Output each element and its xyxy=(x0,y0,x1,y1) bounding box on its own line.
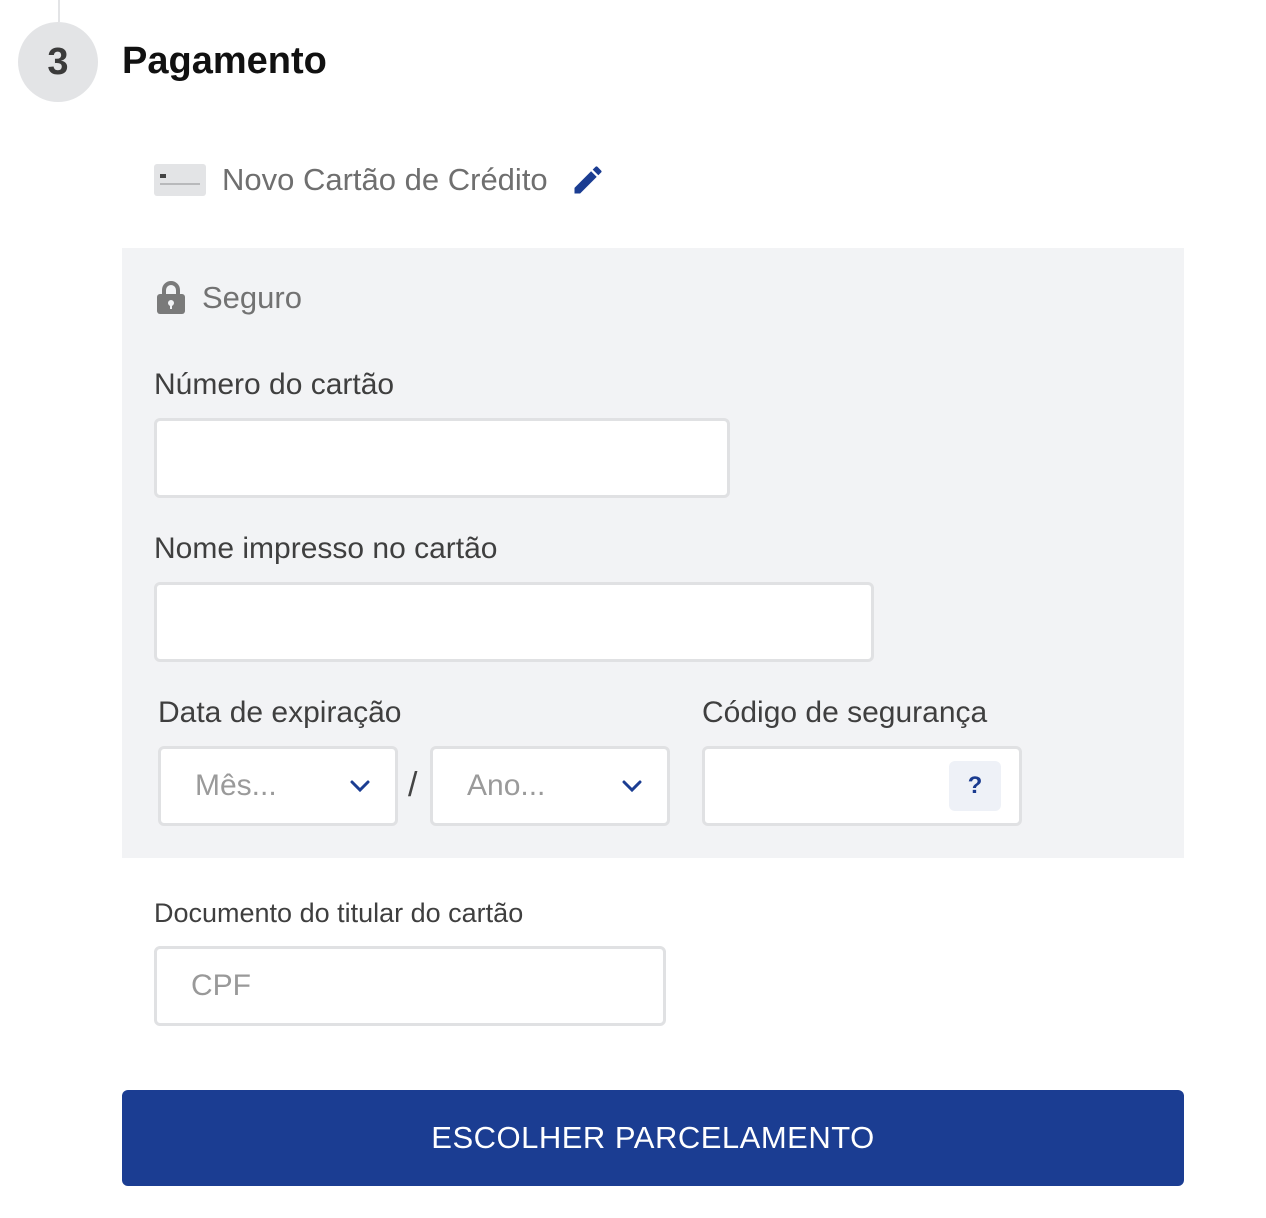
choose-installments-button[interactable]: ESCOLHER PARCELAMENTO xyxy=(122,1090,1184,1186)
month-select-value: Mês... xyxy=(195,769,277,802)
step-title: Pagamento xyxy=(122,40,327,82)
chevron-down-icon xyxy=(350,780,370,793)
date-separator: / xyxy=(408,766,418,804)
month-select[interactable]: Mês... xyxy=(158,746,398,826)
year-select[interactable]: Ano... xyxy=(430,746,670,826)
card-number-label: Número do cartão xyxy=(154,368,395,401)
card-number-input[interactable] xyxy=(154,418,730,498)
year-select-value: Ano... xyxy=(467,769,546,802)
security-code-help-button[interactable]: ? xyxy=(949,761,1001,811)
lock-icon xyxy=(157,281,185,314)
secure-card-panel: Seguro Número do cartão Nome impresso no… xyxy=(122,248,1184,858)
holder-document-label: Documento do titular do cartão xyxy=(154,898,524,928)
secure-label: Seguro xyxy=(202,280,302,315)
expiration-label: Data de expiração xyxy=(158,696,402,729)
chevron-down-icon xyxy=(622,780,642,793)
card-name-label: Nome impresso no cartão xyxy=(154,532,498,565)
payment-method-label: Novo Cartão de Crédito xyxy=(222,162,548,197)
pencil-icon[interactable] xyxy=(570,162,606,198)
credit-card-icon xyxy=(154,164,206,196)
secure-indicator: Seguro xyxy=(156,280,302,316)
payment-method-row: Novo Cartão de Crédito xyxy=(154,158,606,202)
cpf-input[interactable]: CPF xyxy=(154,946,666,1026)
card-name-input[interactable] xyxy=(154,582,874,662)
security-code-input[interactable]: ? xyxy=(702,746,1022,826)
step-number-badge: 3 xyxy=(18,22,98,102)
step-connector-line xyxy=(58,0,60,22)
security-code-label: Código de segurança xyxy=(702,696,988,729)
